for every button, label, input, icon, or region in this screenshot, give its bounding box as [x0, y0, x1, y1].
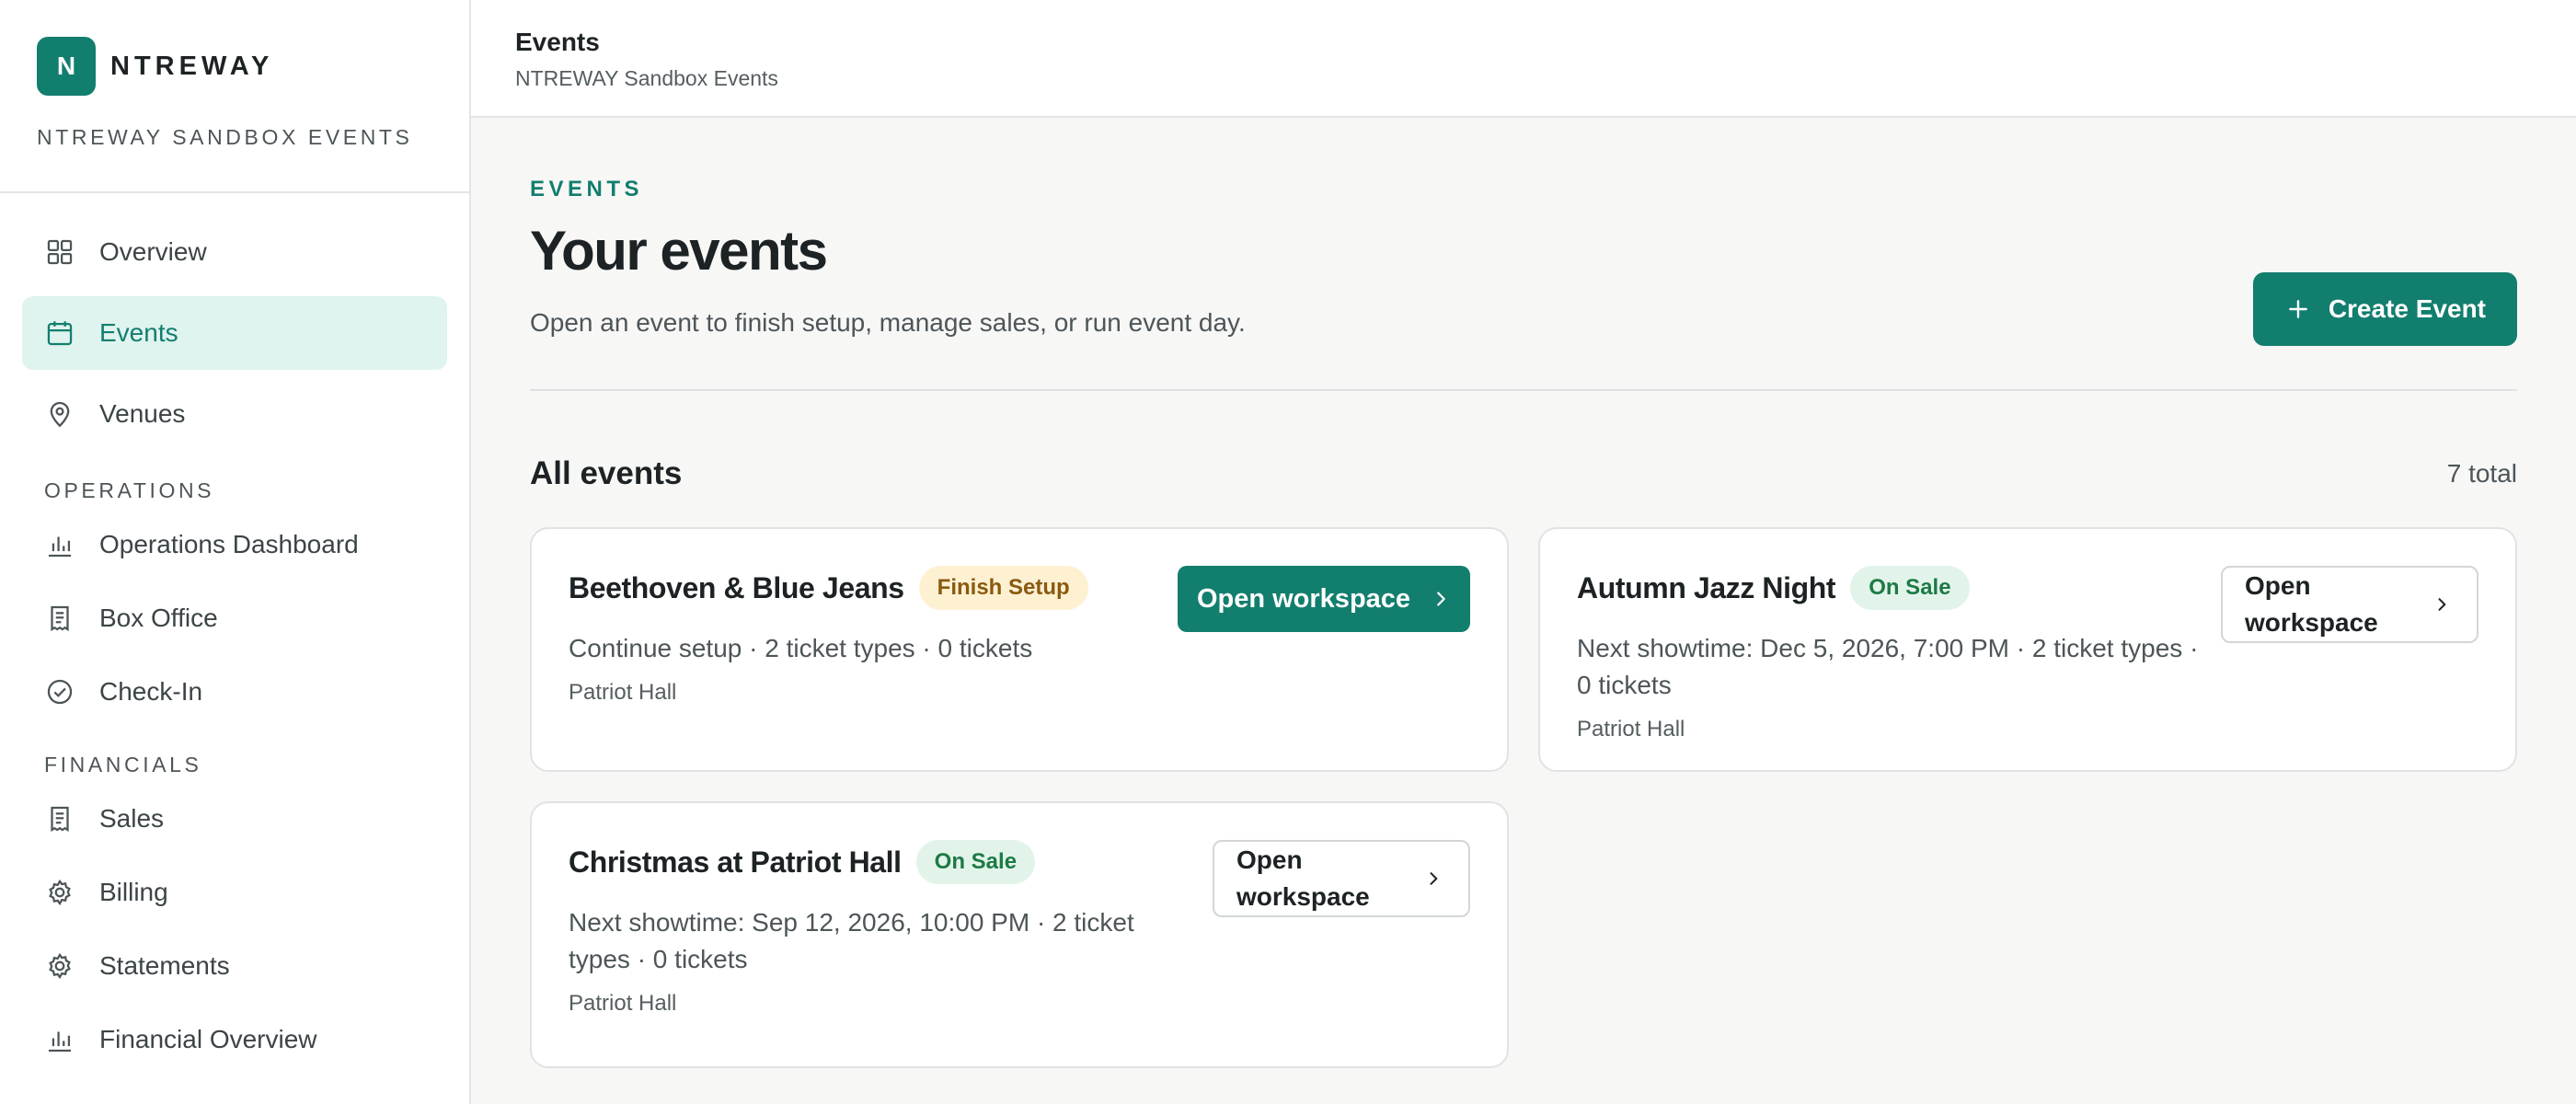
sidebar-item-sales[interactable]: Sales: [22, 786, 447, 852]
open-workspace-label: Open workspace: [1196, 583, 1411, 614]
brand-row[interactable]: N NTREWAY: [37, 37, 469, 96]
sidebar-item-label: Operations Dashboard: [99, 530, 359, 558]
chevron-right-icon: [1431, 589, 1451, 609]
sidebar-item-events[interactable]: Events: [22, 296, 447, 370]
receipt-icon: [44, 603, 75, 634]
sidebar-item-label: Financial Overview: [99, 1025, 317, 1053]
check-circle-icon: [44, 676, 75, 707]
sidebar-item-label: Sales: [99, 804, 165, 833]
open-workspace-label: Open workspace: [2245, 571, 2378, 637]
sidebar-item-label: Overview: [99, 237, 207, 266]
bar-chart-icon: [44, 529, 75, 560]
create-event-button[interactable]: Create Event: [2252, 272, 2517, 346]
sidebar-item-box-office[interactable]: Box Office: [22, 585, 447, 651]
status-badge: Finish Setup: [918, 566, 1088, 610]
event-venue: Patriot Hall: [569, 991, 677, 1016]
sidebar-item-operations-dashboard[interactable]: Operations Dashboard: [22, 512, 447, 578]
page-eyebrow: EVENTS: [530, 177, 644, 201]
events-count: 7 total: [2446, 459, 2517, 488]
gear-icon: [44, 877, 75, 908]
event-card[interactable]: Autumn Jazz Night On Sale Next showtime:…: [1538, 527, 2517, 772]
events-content: EVENTS Your events Open an event to fini…: [471, 118, 2576, 1068]
grid-icon: [44, 236, 75, 268]
event-card[interactable]: Christmas at Patriot Hall On Sale Next s…: [530, 801, 1509, 1068]
event-meta: Continue setup · 2 ticket types · 0 tick…: [569, 634, 1033, 662]
event-title: Christmas at Patriot Hall: [569, 845, 902, 879]
events-list-title: All events: [530, 455, 683, 491]
event-title: Autumn Jazz Night: [1577, 570, 1836, 604]
open-workspace-label: Open workspace: [1236, 845, 1370, 911]
sidebar-item-label: Events: [99, 318, 178, 347]
open-workspace-button[interactable]: Open workspace: [1213, 840, 1470, 917]
topbar-subtitle: NTREWAY Sandbox Events: [515, 66, 778, 90]
sidebar-item-overview[interactable]: Overview: [22, 215, 447, 289]
sidebar-item-label: Billing: [99, 878, 168, 906]
gear-icon: [44, 950, 75, 982]
sidebar-item-financial-overview[interactable]: Financial Overview: [22, 1006, 447, 1073]
plus-icon: [2286, 297, 2310, 321]
open-workspace-button[interactable]: Open workspace: [1178, 566, 1470, 632]
sidebar-item-check-in[interactable]: Check-In: [22, 659, 447, 725]
sidebar-item-statements[interactable]: Statements: [22, 933, 447, 999]
header-divider: [530, 389, 2517, 391]
page-description: Open an event to finish setup, manage sa…: [530, 308, 1246, 337]
sidebar-item-label: Statements: [99, 951, 230, 980]
status-badge: On Sale: [915, 840, 1036, 884]
create-event-label: Create Event: [2328, 294, 2486, 323]
event-card[interactable]: Beethoven & Blue Jeans Finish Setup Cont…: [530, 527, 1509, 772]
section-label-financials: FINANCIALS: [44, 752, 202, 776]
org-name: NTREWAY SANDBOX EVENTS: [37, 125, 413, 149]
brand-logo: N: [37, 37, 96, 96]
sidebar-item-label: Box Office: [99, 604, 218, 632]
chevron-right-icon: [1424, 869, 1443, 888]
calendar-icon: [44, 317, 75, 349]
event-title: Beethoven & Blue Jeans: [569, 570, 904, 604]
section-label-operations: OPERATIONS: [44, 477, 215, 502]
sidebar: N NTREWAY NTREWAY SANDBOX EVENTS Overvie…: [0, 0, 471, 1104]
sidebar-item-billing[interactable]: Billing: [22, 859, 447, 926]
brand-name: NTREWAY: [110, 51, 274, 81]
topbar: Events NTREWAY Sandbox Events: [471, 0, 2576, 118]
events-list-header: All events 7 total: [530, 455, 2517, 492]
status-badge: On Sale: [1850, 566, 1970, 610]
page-title: Your events: [530, 220, 828, 282]
bar-chart-icon: [44, 1024, 75, 1055]
sidebar-item-venues[interactable]: Venues: [22, 377, 447, 451]
event-meta: Next showtime: Dec 5, 2026, 7:00 PM · 2 …: [1577, 634, 2199, 699]
event-venue: Patriot Hall: [1577, 717, 1685, 742]
chevron-right-icon: [2432, 595, 2451, 614]
map-pin-icon: [44, 398, 75, 430]
sidebar-nav: Overview Events Venues OPERATIONS Operat…: [0, 193, 469, 1073]
sidebar-item-label: Venues: [99, 399, 186, 428]
event-venue: Patriot Hall: [569, 680, 677, 705]
topbar-title: Events: [515, 28, 600, 56]
receipt-icon: [44, 803, 75, 834]
sidebar-item-label: Check-In: [99, 677, 203, 706]
brand-block: N NTREWAY NTREWAY SANDBOX EVENTS: [0, 0, 469, 193]
events-grid: Beethoven & Blue Jeans Finish Setup Cont…: [530, 527, 2517, 1068]
main-area: Events NTREWAY Sandbox Events EVENTS You…: [471, 0, 2576, 1104]
open-workspace-button[interactable]: Open workspace: [2221, 566, 2478, 643]
event-meta: Next showtime: Sep 12, 2026, 10:00 PM · …: [569, 908, 1134, 973]
